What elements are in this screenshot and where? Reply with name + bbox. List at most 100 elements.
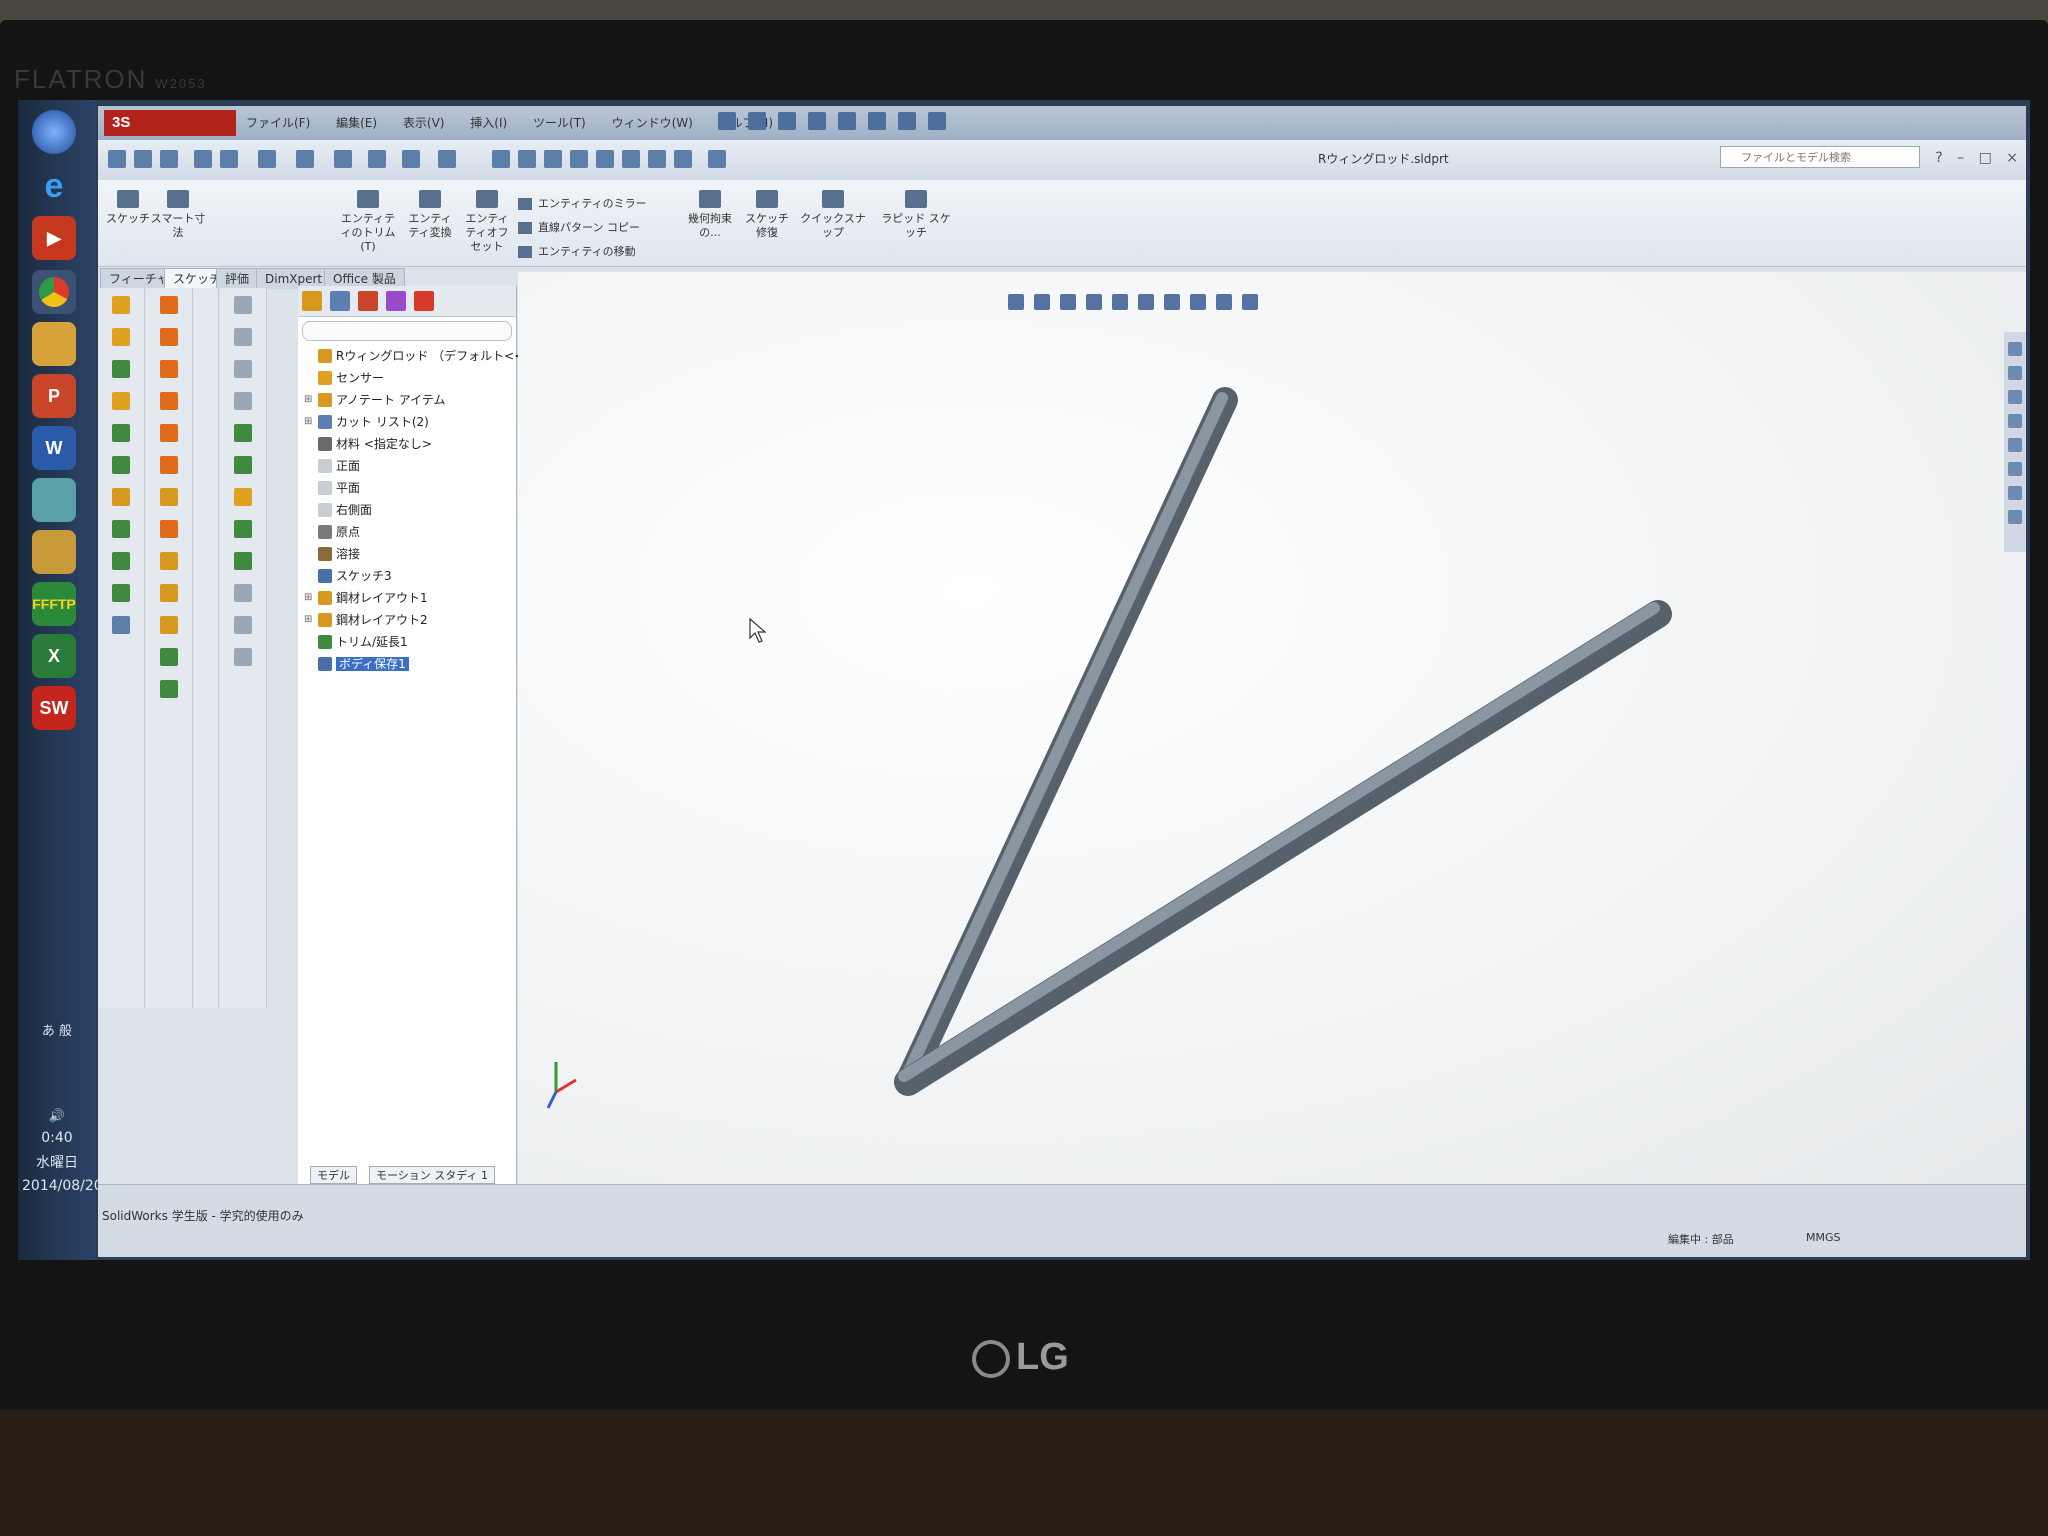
tree-item[interactable]: 平面 [298,477,516,499]
display-style-icon[interactable] [258,150,276,168]
expand-icon[interactable]: ⊞ [304,389,312,411]
solidworks-icon[interactable]: SW [32,686,76,730]
tool-icon[interactable] [160,456,178,474]
appearances-icon[interactable] [2008,462,2022,476]
tool-icon[interactable] [160,616,178,634]
tree-item[interactable]: ⊞ 鋼材レイアウト1 [298,587,516,609]
custom-properties-icon[interactable] [2008,486,2022,500]
display-manager-tab-icon[interactable] [414,291,434,311]
tree-item[interactable]: 正面 [298,455,516,477]
tree-item[interactable]: スケッチ3 [298,565,516,587]
appearance-icon[interactable] [334,150,352,168]
rebuild-icon[interactable] [898,112,916,130]
tree-item[interactable]: 材料 <指定なし> [298,433,516,455]
solidworks-logo[interactable]: 3S SOLIDWORKS [104,110,236,157]
tool-icon[interactable] [234,552,252,570]
tree-item[interactable]: センサー [298,367,516,389]
help-icon[interactable]: ? [1935,150,1942,166]
resources-icon[interactable] [2008,342,2022,356]
excel-icon[interactable]: X [32,634,76,678]
archive-icon[interactable] [32,530,76,574]
smart-dimension-button[interactable]: スマート寸法 [148,190,208,240]
tab-model[interactable]: モデル [310,1166,357,1184]
tool-icon[interactable] [234,520,252,538]
tree-item[interactable]: 溶接 [298,543,516,565]
property-manager-tab-icon[interactable] [330,291,350,311]
save-icon[interactable] [778,112,796,130]
tool-icon[interactable] [160,552,178,570]
minimize-button[interactable]: – [1957,150,1964,166]
search-input[interactable]: ファイルとモデル検索 [1720,146,1920,168]
mirror-entities-button[interactable]: エンティティのミラー [518,192,647,216]
tool-icon[interactable] [112,328,130,346]
tree-item[interactable]: ⊞ 鋼材レイアウト2 [298,609,516,631]
front-view-icon[interactable] [518,150,536,168]
zoom-area-icon[interactable] [134,150,152,168]
clock-time[interactable]: 0:40 [22,1130,92,1146]
open-icon[interactable] [748,112,766,130]
tool-icon[interactable] [112,584,130,602]
media-player-icon[interactable]: ▶ [32,216,76,260]
tool-icon[interactable] [234,296,252,314]
folder-icon[interactable] [32,322,76,366]
options-icon[interactable] [928,112,946,130]
tool-icon[interactable] [160,328,178,346]
tool-icon[interactable] [160,648,178,666]
right-view-icon[interactable] [596,150,614,168]
back-view-icon[interactable] [544,150,562,168]
isometric-view-icon[interactable] [674,150,692,168]
menu-tools[interactable]: ツール(T) [533,116,586,130]
tool-icon[interactable] [112,392,130,410]
menu-view[interactable]: 表示(V) [403,116,445,130]
menu-file[interactable]: ファイル(F) [246,116,310,130]
bottom-view-icon[interactable] [648,150,666,168]
close-button[interactable]: × [2006,150,2018,166]
tool-icon[interactable] [112,456,130,474]
word-icon[interactable]: W [32,426,76,470]
tool-icon[interactable] [160,584,178,602]
quick-snaps-button[interactable]: クイックスナップ [798,190,868,240]
origin-view-icon[interactable] [492,150,510,168]
tab-evaluate[interactable]: 評価 [216,268,259,289]
maximize-button[interactable]: □ [1979,150,1992,166]
trim-entities-button[interactable]: エンティティのトリム(T) [338,190,398,254]
tool-icon[interactable] [160,296,178,314]
tool-icon[interactable] [160,680,178,698]
tool-icon[interactable] [234,488,252,506]
expand-icon[interactable]: ⊞ [304,411,312,433]
graphics-area[interactable] [518,272,2026,1184]
volume-icon[interactable]: 🔊 [22,1109,92,1124]
offset-entities-button[interactable]: エンティティオフセット [460,190,514,254]
new-icon[interactable] [718,112,736,130]
status-units[interactable]: MMGS [1806,1231,1841,1244]
menu-edit[interactable]: 編集(E) [336,116,377,130]
expand-icon[interactable]: ⊞ [304,587,312,609]
tool-icon[interactable] [234,584,252,602]
linear-pattern-button[interactable]: 直線パターン コピー [518,216,647,240]
tree-item[interactable]: トリム/延長1 [298,631,516,653]
tool-icon[interactable] [112,488,130,506]
tab-motion-study[interactable]: モーション スタディ 1 [369,1166,496,1184]
tool-icon[interactable] [112,424,130,442]
shaded-icon[interactable] [438,150,456,168]
scene-icon[interactable] [368,150,386,168]
menu-window[interactable]: ウィンドウ(W) [612,116,693,130]
tool-icon[interactable] [234,360,252,378]
tool-icon[interactable] [112,552,130,570]
windows-start-icon[interactable] [32,110,76,154]
tool-icon[interactable] [234,392,252,410]
menu-insert[interactable]: 挿入(I) [470,116,507,130]
section-view-icon[interactable] [194,150,212,168]
search-icon[interactable] [2008,414,2022,428]
tool-icon[interactable] [160,392,178,410]
ffftp-icon[interactable]: FFFTP [32,582,76,626]
display-settings-icon[interactable] [402,150,420,168]
ime-indicator[interactable]: あ 般 [22,1020,92,1039]
print-icon[interactable] [808,112,826,130]
expand-icon[interactable]: ⊞ [304,609,312,631]
tool-icon[interactable] [160,424,178,442]
tool-icon[interactable] [234,424,252,442]
sketch-button[interactable]: スケッチ [106,190,150,226]
tree-item[interactable]: ボディ保存1 [298,653,516,675]
undo-icon[interactable] [838,112,856,130]
